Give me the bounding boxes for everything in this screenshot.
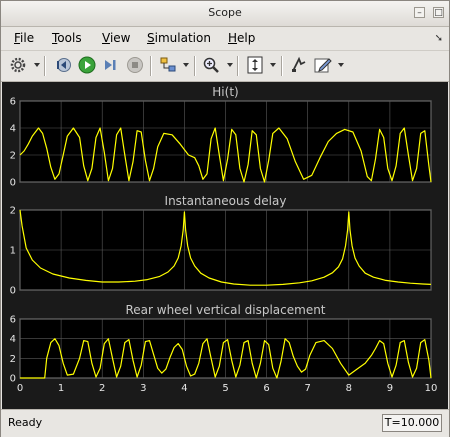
toolbar-separator [150, 56, 152, 76]
status-text: Ready [8, 416, 43, 429]
x-tick-label: 1 [58, 383, 64, 394]
menu-tools[interactable]: Tools [52, 31, 82, 45]
stop-icon[interactable] [126, 56, 144, 74]
settings-gear-icon[interactable] [9, 56, 27, 74]
title-bar[interactable]: Scope – □ [1, 1, 449, 27]
x-tick-label: 4 [181, 383, 187, 394]
x-tick-label: 10 [425, 383, 438, 394]
y-tick-label: 2 [10, 151, 16, 162]
edit-icon[interactable] [314, 56, 332, 74]
y-tick-label: 0 [10, 286, 16, 297]
menu-simulation[interactable]: Simulation [147, 31, 211, 45]
autoscale-dropdown-icon[interactable] [270, 63, 276, 67]
menu-file[interactable]: File [14, 31, 34, 45]
highlight-dropdown-icon[interactable] [183, 63, 189, 67]
window-title: Scope [208, 6, 242, 19]
toolbar-separator [281, 56, 283, 76]
highlight-block-icon[interactable] [159, 56, 177, 74]
scope-plot-area: Hi(t) 0 2 4 6 Instantaneous delay 0 1 2 Rear whee… [2, 82, 448, 409]
menu-help[interactable]: Help [228, 31, 255, 45]
menu-view[interactable]: View [102, 31, 130, 45]
x-tick-label: 2 [99, 383, 105, 394]
scope-plots[interactable]: Hi(t) 0 2 4 6 Instantaneous delay 0 1 2 Rear whee… [2, 82, 448, 409]
x-tick-label: 5 [222, 383, 228, 394]
settings-dropdown-icon[interactable] [34, 63, 40, 67]
axes-title: Rear wheel vertical displacement [125, 303, 325, 317]
toolbar-separator [194, 56, 196, 76]
toolbar-separator [44, 56, 46, 76]
minimize-icon[interactable]: – [414, 7, 425, 18]
run-icon[interactable] [78, 56, 96, 74]
y-tick-label: 6 [10, 97, 16, 108]
toolbar-separator [237, 56, 239, 76]
y-tick-label: 6 [10, 315, 16, 326]
y-tick-label: 1 [10, 246, 16, 257]
x-tick-label: 9 [387, 383, 393, 394]
axes-title: Hi(t) [212, 85, 238, 99]
x-tick-label: 3 [140, 383, 146, 394]
autoscale-icon[interactable] [246, 56, 264, 74]
x-tick-label: 7 [305, 383, 311, 394]
edit-dropdown-icon[interactable] [338, 63, 344, 67]
x-tick-label: 8 [346, 383, 352, 394]
zoom-dropdown-icon[interactable] [227, 63, 233, 67]
y-tick-label: 4 [10, 124, 16, 135]
zoom-in-icon[interactable] [202, 56, 220, 74]
scope-window: Scope – □ File Tools View Simulation Hel… [0, 0, 450, 437]
simulation-time: T=10.000 [382, 414, 442, 432]
x-tick-label: 6 [263, 383, 269, 394]
y-tick-label: 2 [10, 354, 16, 365]
y-tick-label: 4 [10, 334, 16, 345]
y-tick-label: 0 [10, 374, 16, 385]
y-tick-label: 0 [10, 178, 16, 189]
x-tick-label: 0 [17, 383, 23, 394]
signal-select-icon[interactable] [290, 56, 308, 74]
dock-arrow-icon[interactable]: ➘ [435, 33, 443, 44]
step-back-icon[interactable] [54, 56, 72, 74]
axes-title: Instantaneous delay [165, 194, 287, 208]
menu-bar: File Tools View Simulation Help ➘ [1, 27, 449, 49]
toolbar [1, 50, 449, 82]
step-forward-icon[interactable] [102, 56, 120, 74]
y-tick-label: 2 [10, 206, 16, 217]
status-bar: Ready T=10.000 [1, 409, 449, 437]
maximize-icon[interactable]: □ [433, 7, 444, 18]
